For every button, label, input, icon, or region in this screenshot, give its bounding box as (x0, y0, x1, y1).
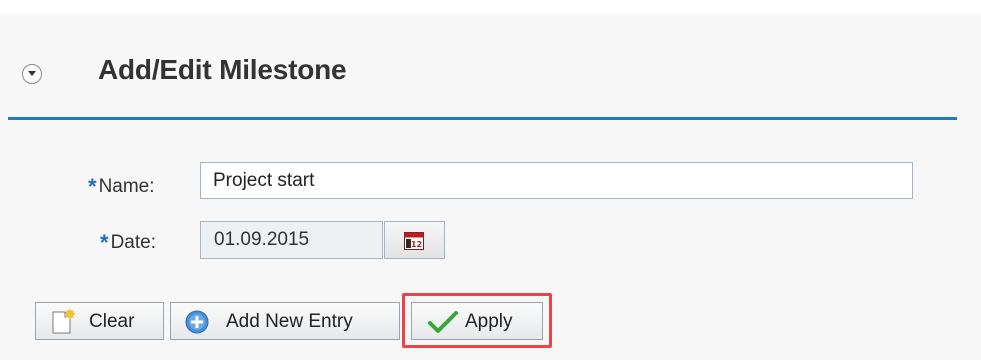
clear-button[interactable]: Clear (35, 302, 164, 340)
name-label: * Name: (88, 172, 155, 199)
top-strip (0, 0, 981, 14)
apply-button[interactable]: Apply (411, 302, 543, 340)
date-field[interactable]: 01.09.2015 (200, 221, 383, 259)
collapse-button[interactable] (22, 64, 42, 84)
new-document-icon (52, 309, 75, 334)
date-label-text: Date: (110, 232, 156, 253)
name-field[interactable]: Project start (200, 162, 913, 199)
header-divider (8, 117, 957, 120)
clear-button-label: Clear (89, 311, 135, 332)
page-title: Add/Edit Milestone (98, 54, 347, 85)
panel-header: Add/Edit Milestone (0, 14, 981, 120)
add-new-entry-button[interactable]: Add New Entry (170, 302, 400, 340)
plus-circle-icon (185, 310, 209, 334)
calendar-icon: 12 (404, 232, 424, 250)
add-new-entry-label: Add New Entry (226, 311, 353, 332)
date-picker-button[interactable]: 12 (384, 221, 445, 259)
required-marker: * (88, 174, 97, 199)
required-marker: * (100, 230, 109, 255)
checkmark-icon (428, 311, 458, 333)
svg-text:12: 12 (411, 240, 422, 249)
milestone-panel: Add/Edit Milestone * Name: Project start … (0, 0, 981, 360)
apply-button-label: Apply (465, 311, 513, 332)
name-label-text: Name: (98, 176, 155, 197)
chevron-down-icon (28, 71, 36, 76)
date-label: * Date: (100, 228, 156, 255)
